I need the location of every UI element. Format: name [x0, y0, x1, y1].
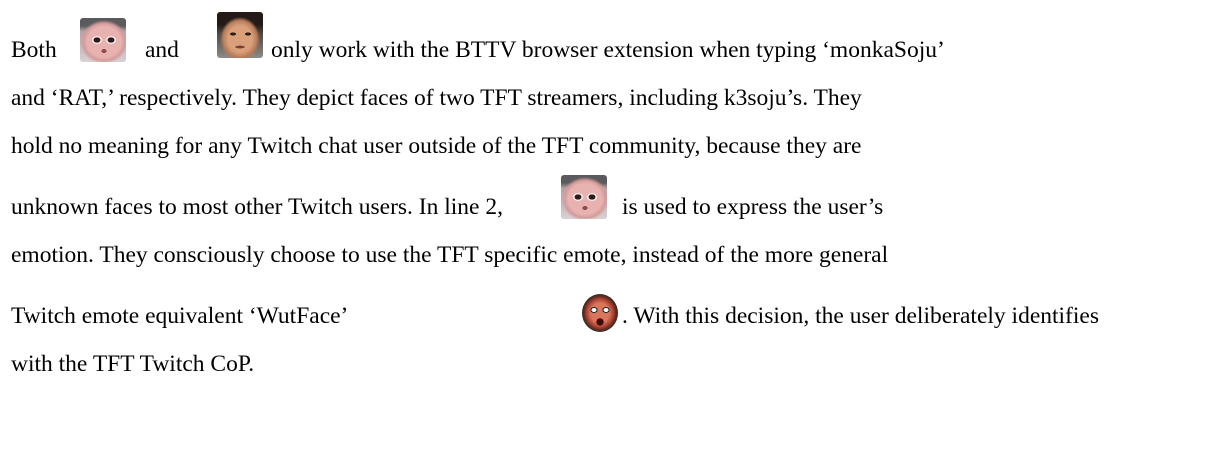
text-line-1-part-1: Both: [11, 37, 57, 63]
text-line-6-part-1: Twitch emote equivalent ‘WutFace’: [11, 303, 349, 329]
text-line-3: hold no meaning for any Twitch chat user…: [11, 133, 862, 159]
monkasoju-emote-icon: [80, 18, 126, 62]
rat-emote-icon: [217, 12, 263, 58]
text-line-7: with the TFT Twitch CoP.: [11, 351, 255, 377]
text-line-1-part-2: and: [145, 37, 179, 63]
text-line-4-part-1: unknown faces to most other Twitch users…: [11, 194, 503, 220]
text-line-1-part-3: only work with the BTTV browser extensio…: [271, 37, 945, 63]
text-line-6-part-2: . With this decision, the user deliberat…: [622, 303, 1099, 329]
text-line-2: and ‘RAT,’ respectively. They depict fac…: [11, 85, 862, 111]
monkasoju-emote-icon: [561, 175, 607, 219]
text-line-5: emotion. They consciously choose to use …: [11, 242, 889, 268]
text-line-4-part-2: is used to express the user’s: [622, 194, 884, 220]
wutface-emote-icon: [582, 294, 618, 332]
document-page: Both and only work with the BTTV browser…: [0, 0, 1219, 461]
